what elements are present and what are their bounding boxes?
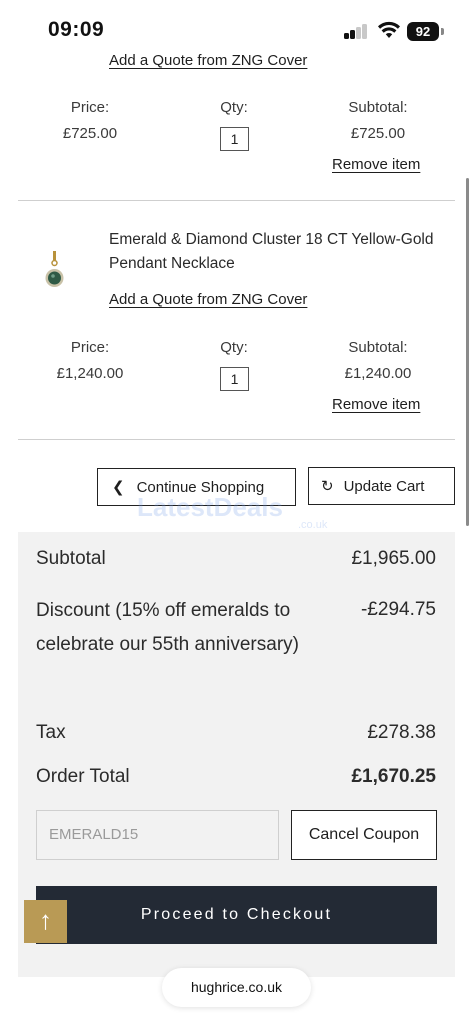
qty-label: Qty: — [220, 99, 248, 116]
subtotal-label: Subtotal: — [348, 99, 408, 116]
summary-subtotal-value: £1,965.00 — [351, 548, 436, 569]
item-price: £725.00 — [62, 125, 118, 142]
product-name-link[interactable]: Emerald & Diamond Cluster 18 CT Yellow-G… — [109, 228, 449, 276]
summary-tax-label: Tax — [36, 722, 66, 743]
summary-total-label: Order Total — [36, 766, 130, 787]
qty-label: Qty: — [220, 339, 248, 356]
item-subtotal: £725.00 — [350, 125, 406, 142]
pendant-necklace-image[interactable] — [40, 250, 70, 294]
item-price: £1,240.00 — [56, 365, 124, 382]
summary-total-row: Order Total £1,670.25 — [36, 766, 436, 788]
summary-total-value: £1,670.25 — [351, 766, 436, 787]
price-label: Price: — [70, 339, 110, 356]
coupon-input[interactable]: EMERALD15 — [36, 810, 279, 860]
quantity-input[interactable]: 1 — [220, 127, 249, 151]
refresh-icon: ↻ — [321, 478, 334, 495]
update-cart-label: Update Cart — [343, 477, 425, 495]
remove-item-link[interactable]: Remove item — [332, 396, 420, 413]
item-subtotal: £1,240.00 — [344, 365, 412, 382]
remove-item-link[interactable]: Remove item — [332, 156, 420, 173]
update-cart-button[interactable]: ↻ Update Cart — [308, 467, 455, 505]
watermark: LatestDeals — [137, 492, 283, 522]
watermark-domain: .co.uk — [298, 519, 328, 531]
item-divider — [18, 200, 455, 201]
item-divider — [18, 439, 455, 440]
subtotal-label: Subtotal: — [348, 339, 408, 356]
browser-url-bar[interactable]: hughrice.co.uk — [162, 968, 311, 1007]
summary-subtotal-label: Subtotal — [36, 548, 106, 569]
add-quote-link[interactable]: Add a Quote from ZNG Cover — [109, 291, 307, 308]
wifi-icon — [378, 21, 400, 38]
cellular-signal-icon — [344, 23, 372, 39]
summary-subtotal-row: Subtotal £1,965.00 — [36, 548, 436, 570]
battery-icon: 92 — [407, 22, 439, 41]
chevron-left-icon: ❮ — [112, 479, 125, 496]
summary-tax-row: Tax £278.38 — [36, 722, 436, 744]
cancel-coupon-button[interactable]: Cancel Coupon — [291, 810, 437, 860]
summary-discount-row: Discount (15% off emeralds to celebrate … — [36, 594, 436, 662]
price-label: Price: — [70, 99, 110, 116]
summary-discount-value: -£294.75 — [360, 599, 436, 620]
quantity-input[interactable]: 1 — [220, 367, 249, 391]
add-quote-link[interactable]: Add a Quote from ZNG Cover — [109, 52, 307, 69]
scrollbar[interactable] — [466, 178, 469, 526]
battery-tip — [441, 28, 444, 35]
order-summary: Subtotal £1,965.00 Discount (15% off eme… — [18, 532, 455, 977]
arrow-up-icon: ↑ — [39, 905, 52, 935]
proceed-to-checkout-button[interactable]: Proceed to Checkout — [36, 886, 437, 944]
scroll-to-top-button[interactable]: ↑ — [24, 900, 67, 943]
status-time: 09:09 — [48, 18, 105, 41]
summary-discount-label: Discount (15% off emeralds to celebrate … — [36, 600, 299, 655]
status-bar: 09:09 92 — [0, 0, 473, 56]
summary-tax-value: £278.38 — [367, 722, 436, 743]
